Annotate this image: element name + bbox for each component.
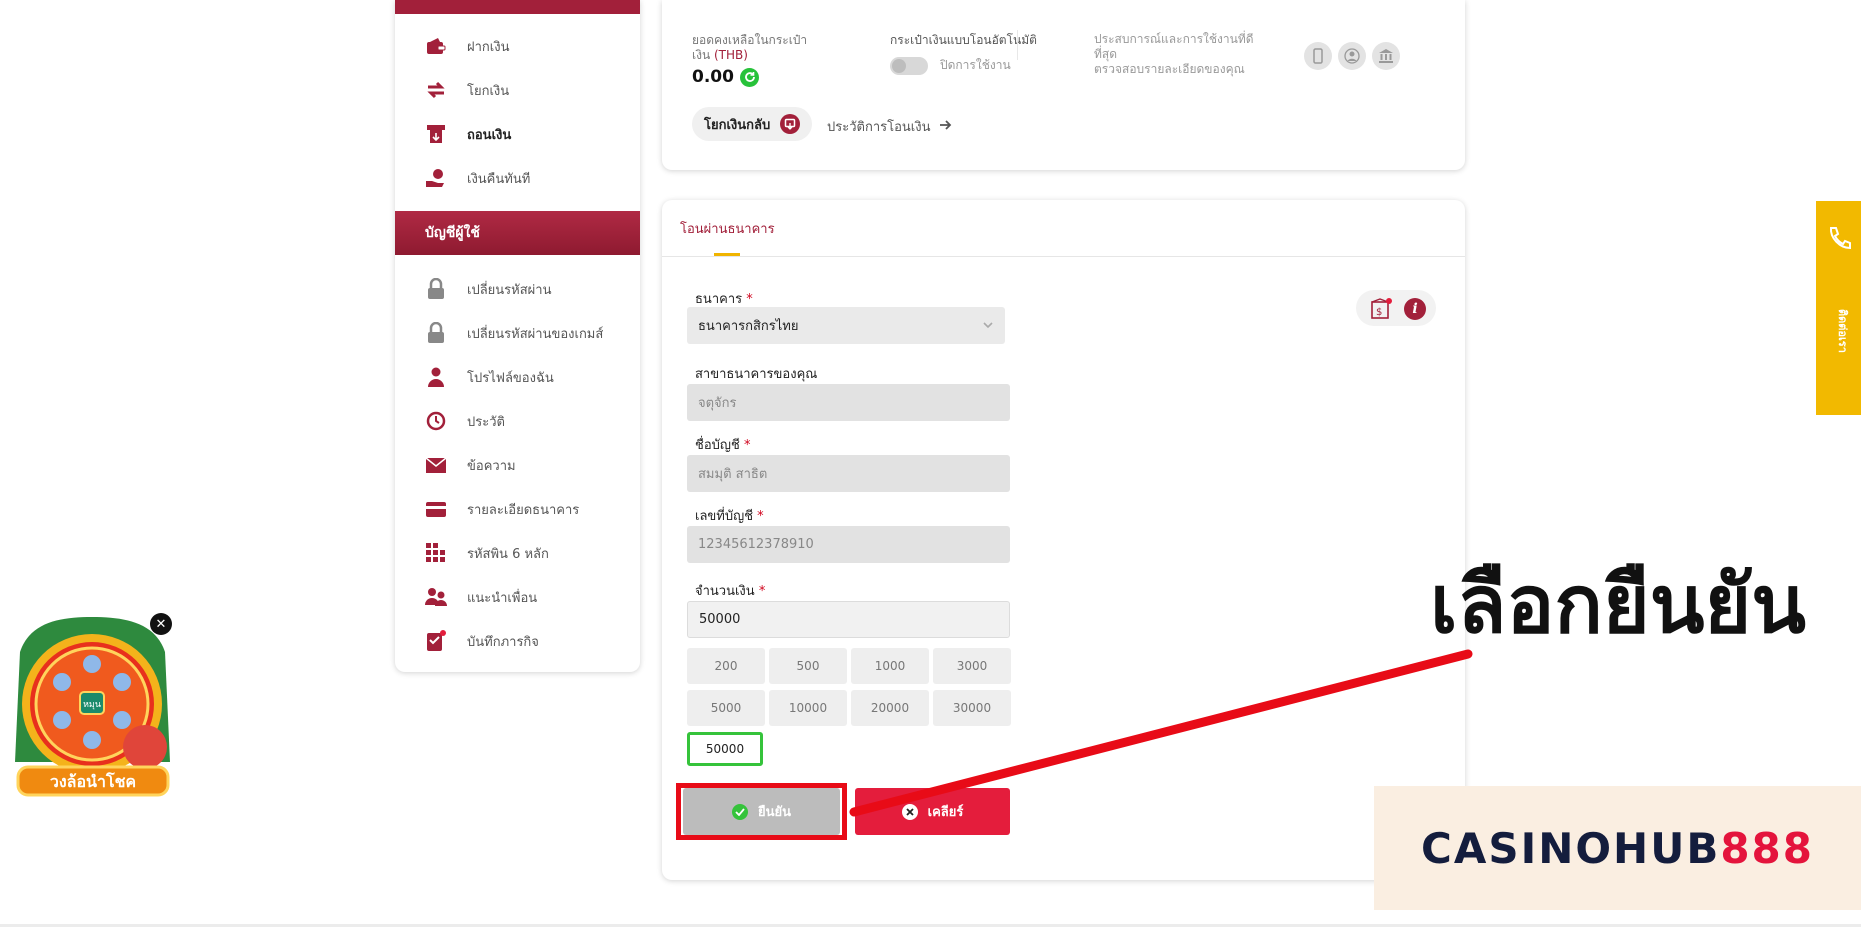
contact-us-label: ติดต่อเรา bbox=[1836, 309, 1849, 353]
wheel-label: วงล้อนำโชค bbox=[50, 771, 136, 791]
casinohub-watermark: CASINOHUB888 bbox=[1374, 786, 1861, 910]
wheel-icon: หมุน วงล้อนำโชค bbox=[15, 617, 170, 797]
wheel-center-text: หมุน bbox=[83, 700, 101, 710]
annotation-text: เลือกยืนยัน bbox=[1430, 558, 1806, 651]
wheel-close-button[interactable]: ✕ bbox=[150, 613, 172, 635]
lucky-wheel-widget[interactable]: หมุน วงล้อนำโชค bbox=[10, 612, 175, 802]
phone-icon bbox=[1826, 225, 1852, 255]
contact-us-tab[interactable]: ติดต่อเรา bbox=[1816, 201, 1861, 415]
brand-logo: CASINOHUB888 bbox=[1421, 823, 1814, 873]
